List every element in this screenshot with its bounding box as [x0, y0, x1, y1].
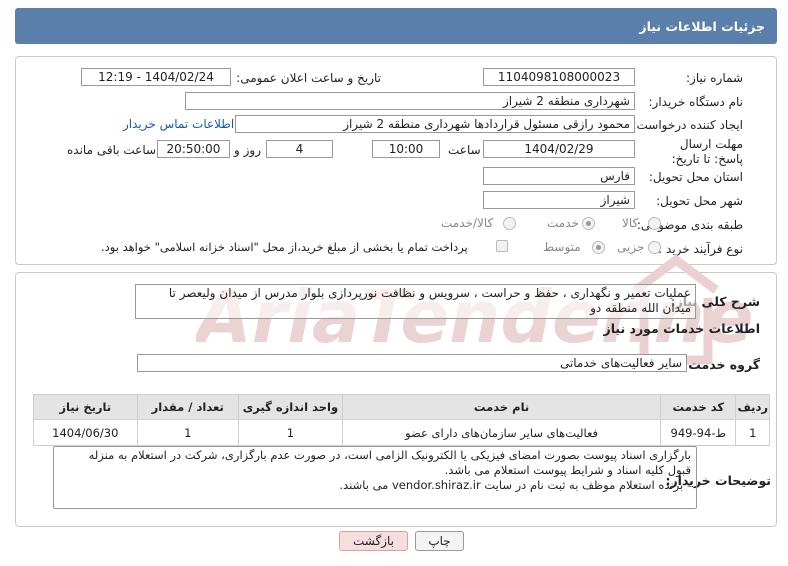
col-row: ردیف	[735, 394, 770, 420]
process-label: نوع فرآیند خرید :	[658, 242, 743, 256]
deadline-time-field: 10:00	[372, 140, 440, 158]
service-group-label: گروه خدمت:	[683, 357, 760, 372]
description-textarea[interactable]: عملیات تعمیر و نگهداری ، حفظ و حراست ، س…	[135, 284, 696, 319]
col-name: نام خدمت	[341, 394, 662, 420]
announce-label: تاریخ و ساعت اعلان عمومی:	[236, 71, 381, 85]
buyer-notes-line: - برنده استعلام موظف به ثبت نام در سایت …	[339, 478, 691, 492]
city-field: شیراز	[483, 191, 635, 209]
category-radio-goods-service[interactable]	[503, 217, 516, 230]
creator-field: محمود رازقی مسئول قراردادها شهرداری منطق…	[235, 115, 635, 133]
col-code: کد خدمت	[660, 394, 737, 420]
col-quantity: تعداد / مقدار	[136, 394, 239, 420]
remaining-field: 20:50:00	[157, 140, 230, 158]
process-radio-medium[interactable]	[592, 241, 605, 254]
category-radio-goods[interactable]	[648, 217, 661, 230]
need-number-field: 1104098108000023	[483, 68, 635, 86]
cell-code: ط-94-949	[660, 419, 737, 446]
process-radio-minor[interactable]	[648, 241, 661, 254]
buyer-label: نام دستگاه خریدار:	[648, 95, 744, 109]
services-table: ردیف کد خدمت نام خدمت واحد اندازه گیری ت…	[33, 394, 770, 446]
process-option-minor: جزیی	[617, 240, 645, 254]
cell-quantity: 1	[136, 419, 239, 446]
cell-unit: 1	[237, 419, 343, 446]
services-title: اطلاعات خدمات مورد نیاز	[603, 321, 761, 336]
treasury-note: پرداخت تمام یا بخشی از مبلغ خرید،از محل …	[101, 240, 468, 254]
days-label: روز و	[234, 143, 261, 157]
page-header: جزئیات اطلاعات نیاز	[15, 8, 777, 44]
deadline-time-label: ساعت	[448, 143, 481, 157]
category-option-goods-service: کالا/خدمت	[441, 216, 494, 230]
back-button[interactable]: بازگشت	[339, 531, 408, 551]
print-button[interactable]: چاپ	[415, 531, 464, 551]
announce-field: 1404/02/24 - 12:19	[81, 68, 231, 86]
days-field: 4	[266, 140, 333, 158]
deadline-date-field: 1404/02/29	[483, 140, 635, 158]
province-field: فارس	[483, 167, 635, 185]
service-group-field: سایر فعالیت‌های خدماتی	[137, 354, 687, 372]
category-radio-service[interactable]	[582, 217, 595, 230]
col-date: تاریخ نیاز	[33, 394, 138, 420]
treasury-checkbox[interactable]	[496, 240, 508, 252]
province-label: استان محل تحویل:	[648, 170, 743, 184]
creator-label: ایجاد کننده درخواست:	[632, 118, 743, 132]
table-header-row: ردیف کد خدمت نام خدمت واحد اندازه گیری ت…	[33, 394, 770, 420]
buyer-notes-box[interactable]: بارگزاری اسناد پیوست بصورت امضای فیزیکی …	[53, 446, 697, 509]
category-option-goods: کالا	[622, 216, 639, 230]
buyer-notes-line: بارگزاری اسناد پیوست بصورت امضای فیزیکی …	[88, 448, 691, 462]
cell-name: فعالیت‌های سایر سازمان‌های دارای عضو	[341, 419, 662, 446]
need-number-label: شماره نیاز:	[686, 71, 743, 85]
deadline-label: مهلت ارسال پاسخ: تا تاریخ:	[671, 137, 743, 166]
process-option-medium: متوسط	[543, 240, 581, 254]
cell-row: 1	[735, 419, 770, 446]
table-row: 1 ط-94-949 فعالیت‌های سایر سازمان‌های دا…	[33, 419, 770, 446]
buyer-field: شهرداری منطقه 2 شیراز	[185, 92, 635, 110]
buyer-notes-line: قبول کلیه اسناد و شرایط پیوست استعلام می…	[444, 463, 691, 477]
category-option-service: خدمت	[547, 216, 579, 230]
buyer-contact-link[interactable]: اطلاعات تماس خریدار	[123, 117, 234, 131]
city-label: شهر محل تحویل:	[656, 194, 743, 208]
col-unit: واحد اندازه گیری	[237, 394, 343, 420]
page-title: جزئیات اطلاعات نیاز	[639, 19, 765, 34]
cell-date: 1404/06/30	[33, 419, 138, 446]
remaining-label: ساعت باقی مانده	[67, 143, 157, 157]
